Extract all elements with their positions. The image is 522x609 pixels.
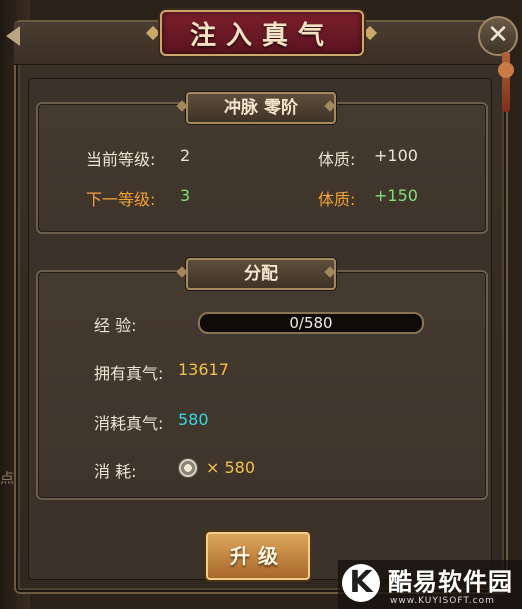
next-level-value: 3 — [180, 186, 191, 205]
cost-value: × 580 — [206, 458, 256, 477]
watermark-url: www.KUYISOFT.com — [390, 596, 495, 606]
current-level-label: 当前等级: — [86, 150, 156, 169]
owned-qi-label: 拥有真气: — [94, 364, 164, 383]
consume-qi-value: 580 — [178, 410, 209, 429]
next-stat-value: +150 — [374, 186, 418, 205]
tassel-knot — [498, 62, 514, 78]
watermark: K 酷易软件园 www.KUYISOFT.com — [338, 560, 522, 609]
exp-progress-bar: 0/580 — [198, 312, 424, 334]
current-level-value: 2 — [180, 146, 191, 165]
consume-qi-label: 消耗真气: — [94, 414, 164, 433]
current-stat-value: +100 — [374, 146, 418, 165]
coin-icon — [178, 458, 198, 478]
exp-progress-text: 0/580 — [289, 314, 333, 332]
upgrade-button[interactable]: 升级 — [206, 532, 310, 580]
watermark-text: 酷易软件园 — [388, 568, 513, 596]
dialog-title: 注入真气 — [189, 20, 334, 51]
current-stat-label: 体质: — [318, 150, 356, 169]
next-level-label: 下一等级: — [86, 190, 156, 209]
close-icon: ✕ — [487, 20, 509, 50]
tassel-decoration — [502, 52, 510, 112]
owned-qi-value: 13617 — [178, 360, 229, 379]
watermark-logo: K — [342, 564, 380, 602]
close-button[interactable]: ✕ — [478, 16, 518, 56]
cost-label: 消 耗: — [94, 462, 137, 481]
allocate-panel-tag: 分配 — [186, 258, 336, 290]
level-panel-tag: 冲脉 零阶 — [186, 92, 336, 124]
title-plate: 注入真气 — [160, 10, 364, 56]
back-arrow-icon[interactable] — [6, 26, 20, 46]
next-stat-label: 体质: — [318, 190, 356, 209]
background-stub-text: 点 — [0, 471, 14, 487]
exp-label: 经 验: — [94, 316, 137, 335]
